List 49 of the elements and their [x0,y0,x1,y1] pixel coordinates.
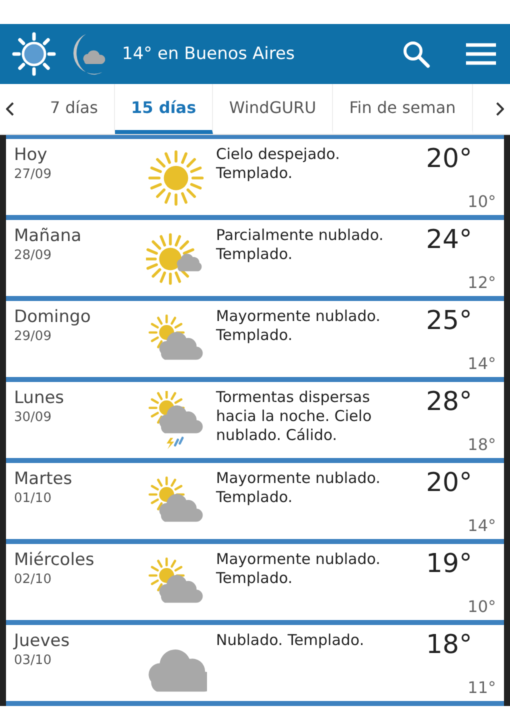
day-date: 30/09 [14,410,52,425]
low-temperature: 10° [468,597,496,616]
forecast-row[interactable]: Miércoles 02/10 Mayormente nublado. Templado. 19° 10° [6,544,504,620]
day-name: Martes [14,469,74,489]
high-temperature: 19° [426,550,472,579]
high-temperature: 20° [426,145,472,174]
forecast-row[interactable]: Mañana 28/09 Parcialmente nublado. Templado. 24° 12° [6,220,504,296]
low-temperature: 12° [468,273,496,292]
high-temperature: 25° [426,307,472,336]
forecast-row[interactable]: Hoy 27/09 Cielo despejado. Templado. 20° 10° [6,139,504,215]
forecast-summary: Nublado. Templado. [216,631,366,651]
day-date: 01/10 [14,491,52,506]
low-temperature: 18° [468,435,496,454]
high-temperature: 28° [426,388,472,417]
low-temperature: 14° [468,516,496,535]
low-temperature: 11° [468,678,496,697]
day-date: 28/09 [14,248,52,263]
day-name: Hoy [14,145,48,165]
forecast-summary: Mayormente nublado. Templado. [216,307,382,346]
search-icon[interactable] [402,40,430,68]
forecast-summary: Mayormente nublado. Templado. [216,469,382,508]
low-temperature: 10° [468,192,496,211]
sun-icon [12,32,56,76]
menu-icon[interactable] [466,42,496,66]
scroll-left-icon[interactable] [6,102,14,116]
forecast-summary: Parcialmente nublado. Templado. [216,226,384,265]
forecast-summary: Tormentas dispersas hacia la noche. Cielo nublado. Cálido. [216,388,373,446]
high-temperature: 18° [426,631,472,660]
day-name: Lunes [14,388,66,408]
forecast-summary: Mayormente nublado. Templado. [216,550,382,589]
forecast-row[interactable]: Martes 01/10 Mayormente nublado. Templado. 20° 14° [6,463,504,539]
tab[interactable]: 15 días [115,84,214,134]
low-temperature: 14° [468,354,496,373]
day-name: Jueves [14,631,71,651]
day-date: 29/09 [14,329,52,344]
day-date: 27/09 [14,167,52,182]
day-name: Mañana [14,226,82,246]
high-temperature: 20° [426,469,472,498]
day-date: 02/10 [14,572,52,587]
forecast-summary: Cielo despejado. Templado. [216,145,341,184]
header-title: 14° en Buenos Aires [122,44,296,64]
day-date: 03/10 [14,653,52,668]
day-name: Domingo [14,307,92,327]
forecast-row[interactable]: Lunes 30/09 Tormentas dispersas hacia la noche. Cielo nublado. Cálido. 28° 18° [6,382,504,458]
scroll-right-icon[interactable] [496,102,504,116]
forecast-row[interactable]: Domingo 29/09 Mayormente nublado. Templado. 25° 14° [6,301,504,377]
high-temperature: 24° [426,226,472,255]
day-name: Miércoles [14,550,96,570]
forecast-row[interactable]: Jueves 03/10 Nublado. Templado. 18° 11° [6,625,504,701]
